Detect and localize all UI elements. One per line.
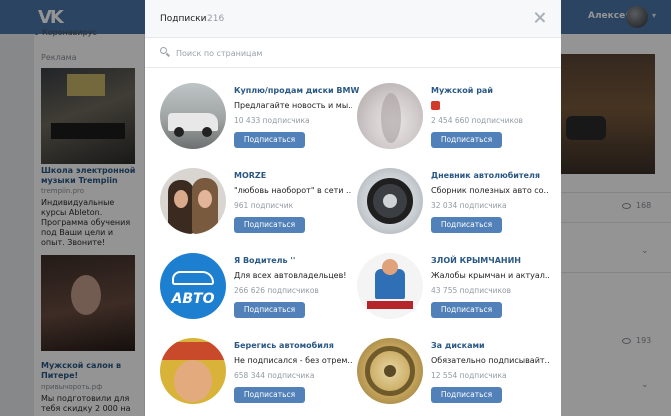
- community-status: Не подписался - без отрем...: [234, 356, 352, 365]
- subscribe-button[interactable]: Подписаться: [431, 302, 502, 318]
- subscribers-count: 12 554 подписчика: [431, 371, 507, 380]
- subscribe-button[interactable]: Подписаться: [234, 387, 305, 403]
- community-card: MORZE "любовь наоборот" в сети ... 961 п…: [145, 161, 352, 241]
- subscribers-count: 43 755 подписчиков: [431, 286, 512, 295]
- community-avatar[interactable]: [357, 253, 423, 319]
- community-avatar[interactable]: [160, 338, 226, 404]
- community-avatar[interactable]: [357, 338, 423, 404]
- search-icon: [160, 47, 170, 57]
- community-avatar[interactable]: АВТО: [160, 253, 226, 319]
- subscribers-count: 658 344 подписчика: [234, 371, 315, 380]
- subscribe-button[interactable]: Подписаться: [234, 132, 305, 148]
- community-avatar[interactable]: [357, 83, 423, 149]
- community-card: Мужской рай 2 454 660 подписчиков Подпис…: [342, 76, 542, 156]
- search-input[interactable]: [176, 44, 536, 62]
- subscribers-count: 32 034 подписчика: [431, 201, 507, 210]
- community-card: Дневник автолюбителя Сборник полезных ав…: [342, 161, 549, 241]
- community-name[interactable]: Берегись автомобиля: [234, 341, 334, 350]
- community-avatar[interactable]: [357, 168, 423, 234]
- community-status: "любовь наоборот" в сети ...: [234, 186, 352, 195]
- subscribe-button[interactable]: Подписаться: [431, 217, 502, 233]
- subscribers-count: 10 433 подписчика: [234, 116, 310, 125]
- subscribe-button[interactable]: Подписаться: [234, 217, 305, 233]
- community-status: Для всех автовладельцев!: [234, 271, 347, 280]
- close-icon[interactable]: [533, 11, 547, 25]
- community-status: [431, 101, 440, 112]
- avatar-label: АВТО: [171, 291, 215, 307]
- community-status: Сборник полезных авто со...: [431, 186, 549, 195]
- subscribe-button[interactable]: Подписаться: [431, 387, 502, 403]
- community-avatar[interactable]: [160, 168, 226, 234]
- subscriptions-modal: Подписки 216 Куплю/продам диски BMW Пред…: [145, 0, 561, 416]
- subscribe-button[interactable]: Подписаться: [431, 132, 502, 148]
- community-card: За дисками Обязательно подписывайт... 12…: [342, 331, 549, 411]
- community-avatar[interactable]: [160, 83, 226, 149]
- community-card: Куплю/продам диски BMW Предлагайте новос…: [145, 76, 359, 156]
- community-name[interactable]: Дневник автолюбителя: [431, 171, 540, 180]
- community-name[interactable]: MORZE: [234, 171, 266, 180]
- search-bar: [145, 38, 561, 68]
- community-name[interactable]: Я Водитель '': [234, 256, 295, 265]
- modal-header: Подписки 216: [145, 0, 561, 38]
- community-card: Берегись автомобиля Не подписался - без …: [145, 331, 352, 411]
- community-status: Обязательно подписывайт...: [431, 356, 549, 365]
- community-name[interactable]: ЗЛОЙ КРЫМЧАНИН: [431, 256, 521, 265]
- community-status: Предлагайте новость и мы...: [234, 101, 352, 110]
- community-status: Жалобы крымчан и актуал...: [431, 271, 549, 280]
- subscriptions-count: 216: [207, 14, 225, 24]
- community-card: АВТО Я Водитель '' Для всех автовладельц…: [145, 246, 347, 326]
- subscribers-count: 961 подписчик: [234, 201, 294, 210]
- community-name[interactable]: За дисками: [431, 341, 485, 350]
- modal-title: Подписки: [160, 14, 207, 24]
- community-name[interactable]: Куплю/продам диски BMW: [234, 86, 359, 95]
- subscribe-button[interactable]: Подписаться: [234, 302, 305, 318]
- community-name[interactable]: Мужской рай: [431, 86, 493, 95]
- community-card: ЗЛОЙ КРЫМЧАНИН Жалобы крымчан и актуал..…: [342, 246, 549, 326]
- devil-icon: [431, 101, 440, 110]
- subscribers-count: 266 626 подписчиков: [234, 286, 319, 295]
- subscribers-count: 2 454 660 подписчиков: [431, 116, 523, 125]
